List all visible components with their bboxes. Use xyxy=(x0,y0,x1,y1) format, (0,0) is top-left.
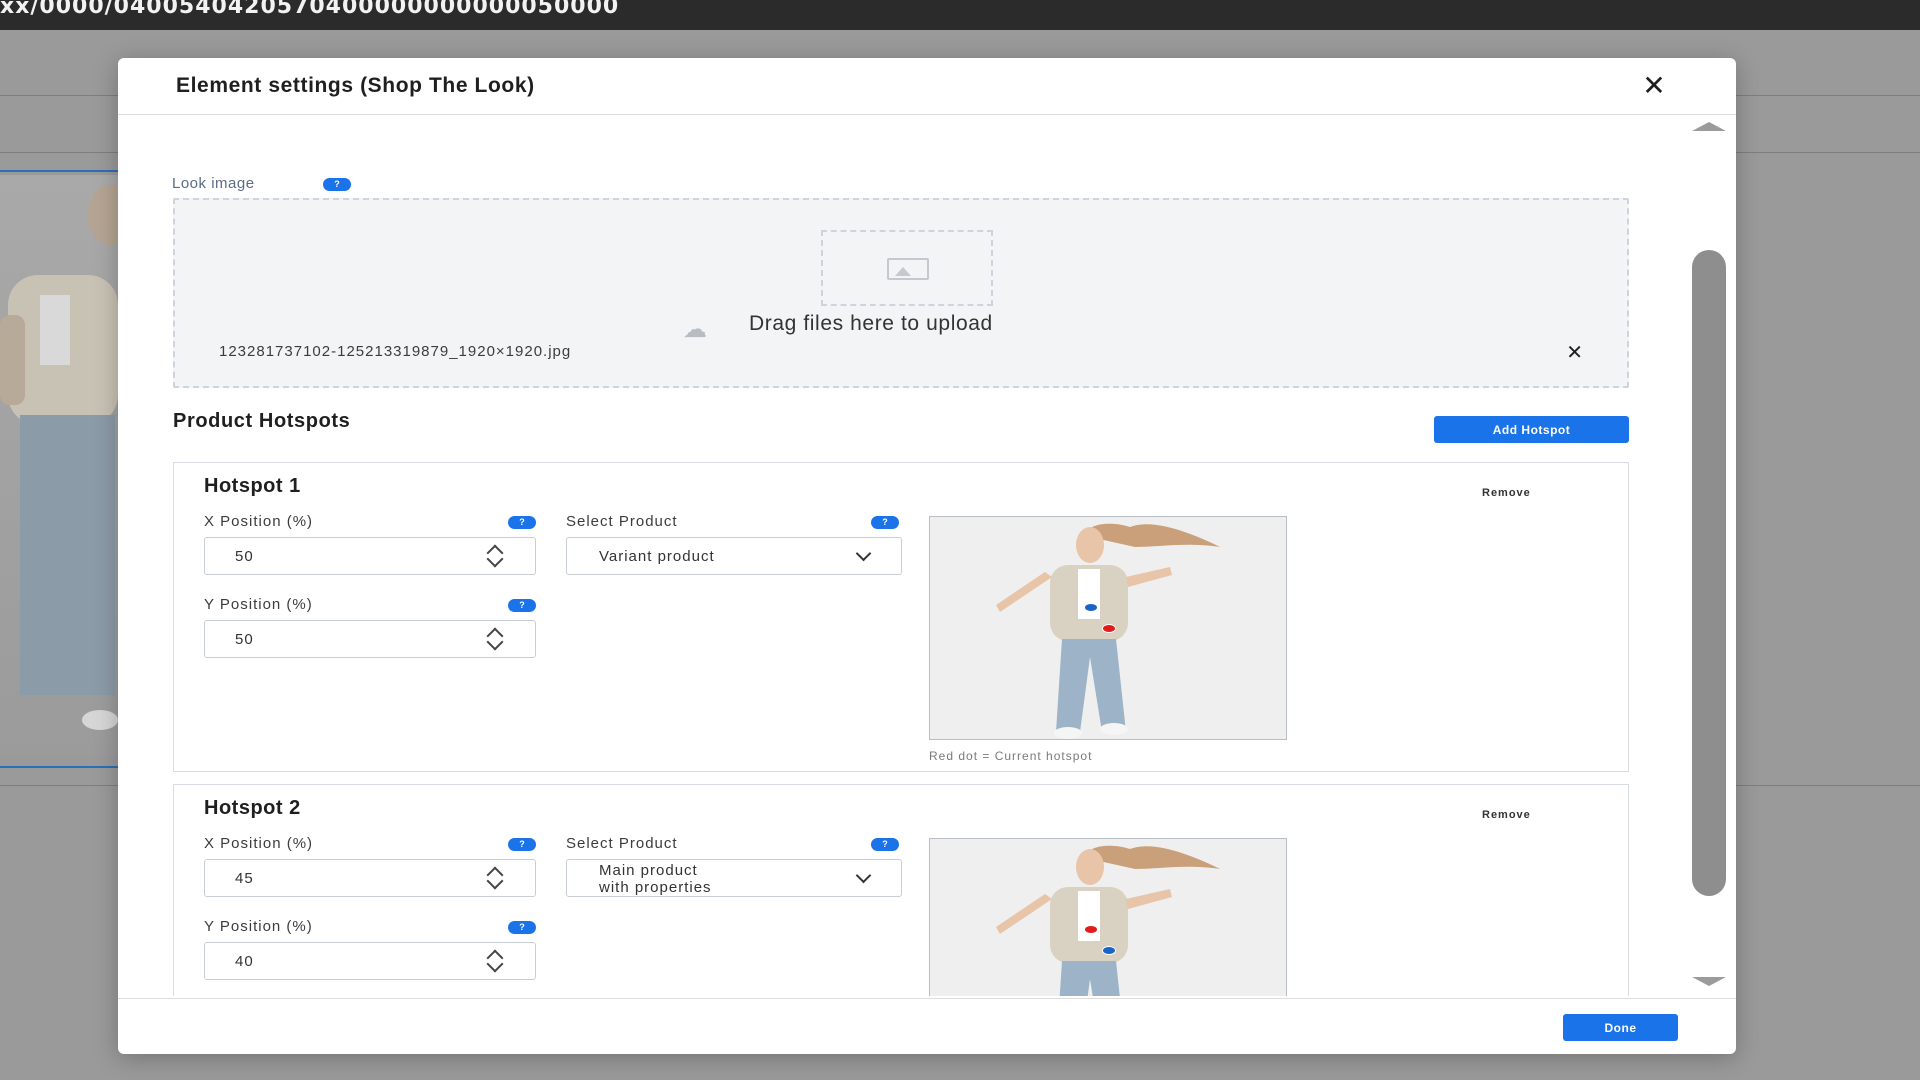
help-icon[interactable]: ? xyxy=(871,838,899,851)
hotspot-title: Hotspot 1 xyxy=(204,475,301,497)
address-url: xx/0000/0400540420570400000000000050000 xyxy=(0,0,620,19)
scroll-down-arrow[interactable] xyxy=(1692,977,1726,986)
modal-footer: Done xyxy=(118,998,1736,1054)
help-icon[interactable]: ? xyxy=(508,921,536,934)
x-position-label: X Position (%) xyxy=(204,513,314,530)
select-product-label: Select Product xyxy=(566,835,678,852)
look-image-label: Look image xyxy=(172,175,255,192)
help-icon[interactable]: ? xyxy=(323,178,351,191)
current-hotspot-dot[interactable] xyxy=(1102,624,1116,633)
hotspot-card: Hotspot 2 Remove X Position (%) ? 45 Y P… xyxy=(173,784,1629,996)
chevron-down-icon xyxy=(855,867,872,884)
browser-address-bar: xx/0000/0400540420570400000000000050000 xyxy=(0,0,1920,30)
help-icon[interactable]: ? xyxy=(508,838,536,851)
dropzone-text: Drag files here to upload xyxy=(749,312,993,335)
hotspot-card: Hotspot 1 Remove X Position (%) ? 50 Y P… xyxy=(173,462,1629,772)
scroll-up-arrow[interactable] xyxy=(1692,122,1726,131)
image-dropzone[interactable]: ☁ Drag files here to upload 123281737102… xyxy=(173,198,1629,388)
current-hotspot-dot[interactable] xyxy=(1084,925,1098,934)
preview-caption: Red dot = Current hotspot xyxy=(929,749,1093,763)
x-position-input[interactable]: 50 xyxy=(204,537,536,575)
select-product-label: Select Product xyxy=(566,513,678,530)
stepper[interactable] xyxy=(486,541,507,573)
selected-product: Main product with properties xyxy=(599,862,712,896)
selected-product: Variant product xyxy=(599,548,715,565)
element-settings-modal: Element settings (Shop The Look) ✕ Look … xyxy=(118,58,1736,1054)
help-icon[interactable]: ? xyxy=(508,516,536,529)
x-position-value: 45 xyxy=(235,870,254,887)
scrollbar-thumb[interactable] xyxy=(1692,250,1726,896)
y-position-value: 50 xyxy=(235,631,254,648)
stepper[interactable] xyxy=(486,946,507,978)
y-position-input[interactable]: 40 xyxy=(204,942,536,980)
remove-hotspot-button[interactable]: Remove xyxy=(1482,809,1531,821)
close-icon[interactable]: ✕ xyxy=(1640,72,1668,100)
other-hotspot-dot[interactable] xyxy=(1084,603,1098,612)
x-position-value: 50 xyxy=(235,548,254,565)
done-button[interactable]: Done xyxy=(1563,1014,1678,1041)
stepper[interactable] xyxy=(486,863,507,895)
hotspot-preview-image xyxy=(929,838,1287,996)
other-hotspot-dot[interactable] xyxy=(1102,946,1116,955)
help-icon[interactable]: ? xyxy=(508,599,536,612)
chevron-down-icon xyxy=(855,545,872,562)
bg-selection-line xyxy=(0,766,120,768)
select-product-dropdown[interactable]: Main product with properties xyxy=(566,859,902,897)
add-hotspot-button[interactable]: Add Hotspot xyxy=(1434,416,1629,443)
upload-cloud-icon: ☁ xyxy=(683,316,707,343)
bg-selection-line xyxy=(0,170,120,172)
select-product-dropdown[interactable]: Variant product xyxy=(566,537,902,575)
bg-look-photo xyxy=(0,175,118,755)
y-position-value: 40 xyxy=(235,953,254,970)
y-position-label: Y Position (%) xyxy=(204,918,313,935)
modal-body: Look image ? ☁ Drag files here to upload… xyxy=(118,116,1736,996)
hotspot-preview-image xyxy=(929,516,1287,740)
modal-title: Element settings (Shop The Look) xyxy=(176,74,535,97)
image-icon xyxy=(887,258,929,280)
look-photo xyxy=(930,839,1286,996)
hotspots-section-title: Product Hotspots xyxy=(173,410,351,432)
hotspot-title: Hotspot 2 xyxy=(204,797,301,819)
y-position-label: Y Position (%) xyxy=(204,596,313,613)
modal-header: Element settings (Shop The Look) ✕ xyxy=(118,58,1736,115)
x-position-input[interactable]: 45 xyxy=(204,859,536,897)
y-position-input[interactable]: 50 xyxy=(204,620,536,658)
uploaded-file-name: 123281737102-125213319879_1920×1920.jpg xyxy=(219,343,572,360)
close-icon[interactable]: ✕ xyxy=(1566,340,1583,365)
x-position-label: X Position (%) xyxy=(204,835,314,852)
remove-hotspot-button[interactable]: Remove xyxy=(1482,487,1531,499)
image-placeholder xyxy=(821,230,993,306)
help-icon[interactable]: ? xyxy=(871,516,899,529)
stepper[interactable] xyxy=(486,624,507,656)
